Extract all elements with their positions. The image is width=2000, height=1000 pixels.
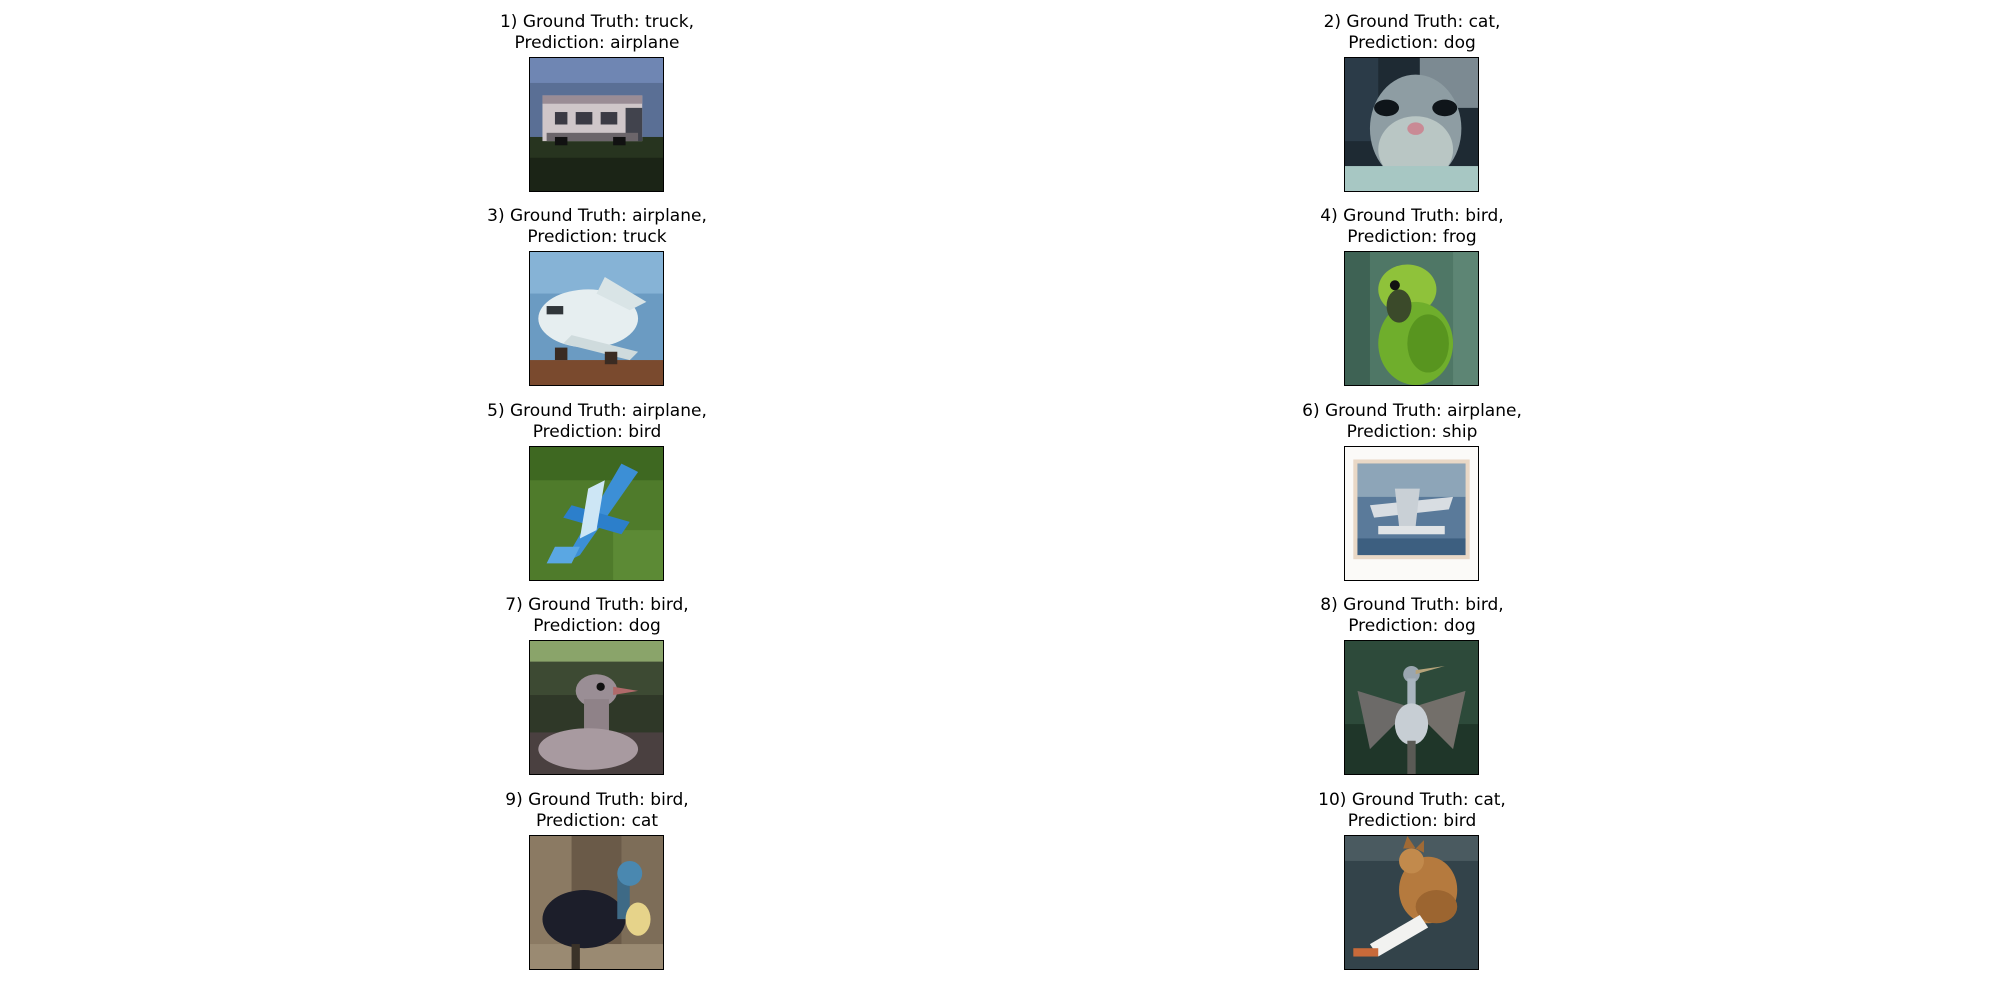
panel-title: 9) Ground Truth: bird, Prediction: cat: [447, 790, 747, 832]
panel-2: 2) Ground Truth: cat, Prediction: dog: [1262, 0, 1562, 192]
cat-lying-image: [1344, 835, 1479, 970]
cat-image: [1344, 57, 1479, 192]
parrot-image: [1344, 251, 1479, 386]
panel-3: 3) Ground Truth: airplane, Prediction: t…: [447, 194, 747, 386]
prediction-label: Prediction: frog: [1347, 227, 1477, 247]
cassowary-image: [529, 835, 664, 970]
prediction-label: Prediction: bird: [532, 422, 662, 442]
prediction-label: Prediction: dog: [1348, 616, 1476, 636]
seaplane-image: [1344, 446, 1479, 581]
prediction-label: Prediction: ship: [1346, 422, 1478, 442]
panel-title: 10) Ground Truth: cat, Prediction: bird: [1262, 790, 1562, 832]
panel-4: 4) Ground Truth: bird, Prediction: frog: [1262, 194, 1562, 386]
panel-6: 6) Ground Truth: airplane, Prediction: s…: [1262, 389, 1562, 581]
panel-title: 2) Ground Truth: cat, Prediction: dog: [1262, 12, 1562, 54]
ground-truth-label: 2) Ground Truth: cat,: [1323, 12, 1501, 32]
prediction-label: Prediction: dog: [1348, 33, 1476, 53]
ground-truth-label: 5) Ground Truth: airplane,: [487, 401, 707, 421]
prediction-label: Prediction: bird: [1347, 811, 1477, 831]
ostrich-image: [529, 640, 664, 775]
toy-airplane-image: [529, 446, 664, 581]
panel-7: 7) Ground Truth: bird, Prediction: dog: [447, 583, 747, 775]
panel-title: 5) Ground Truth: airplane, Prediction: b…: [447, 401, 747, 443]
panel-title: 8) Ground Truth: bird, Prediction: dog: [1262, 595, 1562, 637]
panel-title: 1) Ground Truth: truck, Prediction: airp…: [447, 12, 747, 54]
truck-image: [529, 57, 664, 192]
panel-8: 8) Ground Truth: bird, Prediction: dog: [1262, 583, 1562, 775]
ground-truth-label: 4) Ground Truth: bird,: [1320, 206, 1504, 226]
ground-truth-label: 6) Ground Truth: airplane,: [1302, 401, 1522, 421]
prediction-grid-figure: 1) Ground Truth: truck, Prediction: airp…: [0, 0, 2000, 1000]
prediction-label: Prediction: cat: [535, 811, 658, 831]
ground-truth-label: 8) Ground Truth: bird,: [1320, 595, 1504, 615]
panel-10: 10) Ground Truth: cat, Prediction: bird: [1262, 778, 1562, 970]
prediction-label: Prediction: truck: [527, 227, 667, 247]
heron-image: [1344, 640, 1479, 775]
panel-5: 5) Ground Truth: airplane, Prediction: b…: [447, 389, 747, 581]
airplane-image: [529, 251, 664, 386]
panel-title: 6) Ground Truth: airplane, Prediction: s…: [1262, 401, 1562, 443]
panel-9: 9) Ground Truth: bird, Prediction: cat: [447, 778, 747, 970]
panel-1: 1) Ground Truth: truck, Prediction: airp…: [447, 0, 747, 192]
ground-truth-label: 1) Ground Truth: truck,: [499, 12, 695, 32]
ground-truth-label: 9) Ground Truth: bird,: [505, 790, 689, 810]
ground-truth-label: 10) Ground Truth: cat,: [1318, 790, 1506, 810]
prediction-label: Prediction: dog: [533, 616, 661, 636]
panel-title: 7) Ground Truth: bird, Prediction: dog: [447, 595, 747, 637]
panel-title: 3) Ground Truth: airplane, Prediction: t…: [447, 206, 747, 248]
ground-truth-label: 3) Ground Truth: airplane,: [487, 206, 707, 226]
prediction-label: Prediction: airplane: [514, 33, 680, 53]
ground-truth-label: 7) Ground Truth: bird,: [505, 595, 689, 615]
panel-title: 4) Ground Truth: bird, Prediction: frog: [1262, 206, 1562, 248]
